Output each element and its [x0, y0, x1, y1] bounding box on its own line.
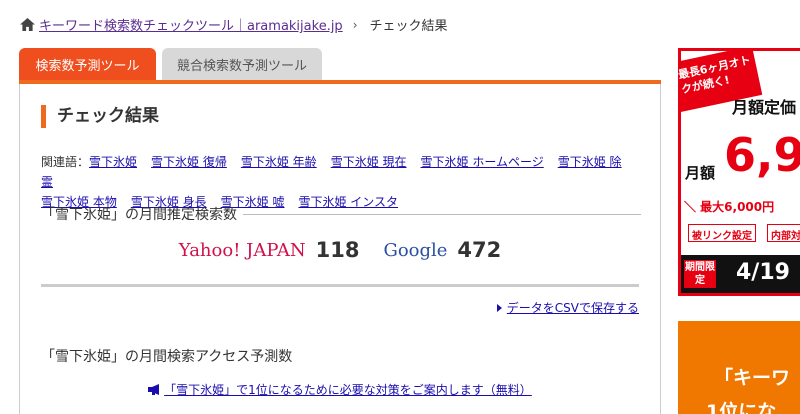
- ad-amount-prefix: 月額: [685, 164, 716, 182]
- ad-limited-badge: 期間限定: [684, 260, 716, 288]
- breadcrumb-current: チェック結果: [369, 19, 448, 34]
- megaphone-icon: [148, 384, 160, 395]
- related-link[interactable]: 雪下氷姫 ホームページ: [421, 155, 544, 169]
- breadcrumb-home-link[interactable]: キーワード検索数チェックツール｜aramakijake.jp: [39, 15, 343, 34]
- ad-date: 4/19: [736, 260, 790, 285]
- ad-tag: 被リンク設定: [688, 224, 756, 242]
- heading-rule: [243, 213, 641, 215]
- ad2-line1: 「キーワ: [714, 367, 791, 389]
- related-link[interactable]: 雪下氷姫 復帰: [151, 155, 227, 169]
- yahoo-label: Yahoo! JAPAN: [178, 239, 306, 261]
- section-divider: [41, 284, 639, 287]
- ad-banner-keyword[interactable]: 「キーワ 1位にな: [678, 321, 800, 414]
- ad-banner-price[interactable]: 最長6ヶ月オトクが続く! 月額定価 月額 6,9 ＼ 最大6,000円 被リンク…: [678, 48, 800, 296]
- monthly-search-title: 「雪下氷姫」の月間推定検索数: [41, 207, 237, 223]
- google-label: Google: [383, 239, 448, 261]
- home-icon: [20, 18, 35, 31]
- tab-competitor-search-tool[interactable]: 競合検索数予測ツール: [162, 48, 322, 81]
- tab-search-volume-tool[interactable]: 検索数予測ツール: [19, 48, 156, 81]
- page-title: チェック結果: [41, 105, 159, 128]
- related-label: 関連語：: [41, 155, 90, 169]
- breadcrumb: キーワード検索数チェックツール｜aramakijake.jp › チェック結果: [20, 15, 448, 34]
- ad-tag: 内部対: [767, 224, 800, 242]
- csv-download-link[interactable]: データをCSVで保存する: [507, 299, 639, 316]
- related-link[interactable]: 雪下氷姫 年齢: [241, 155, 317, 169]
- search-counts: Yahoo! JAPAN 118 Google 472: [20, 238, 660, 262]
- result-panel: チェック結果 関連語：雪下氷姫 雪下氷姫 復帰 雪下氷姫 年齢 雪下氷姫 現在 雪下氷姫…: [19, 84, 661, 414]
- related-link[interactable]: 雪下氷姫: [89, 155, 137, 169]
- ad2-line2: 1位にな: [706, 401, 777, 414]
- yahoo-count: 118: [315, 238, 360, 262]
- triangle-right-icon: [496, 303, 502, 312]
- access-forecast-title: 「雪下氷姫」の月間検索アクセス予測数: [41, 349, 293, 365]
- monthly-search-heading: 「雪下氷姫」の月間推定検索数: [41, 204, 641, 224]
- promo-banner[interactable]: 「雪下氷姫」で1位になるために必要な対策をご案内します（無料）: [20, 381, 660, 398]
- related-link[interactable]: 雪下氷姫 現在: [331, 155, 407, 169]
- promo-link[interactable]: 「雪下氷姫」で1位になるために必要な対策をご案内します（無料）: [164, 383, 532, 397]
- ad-discount: ＼ 最大6,000円: [684, 200, 775, 214]
- ad-headline: 月額定価: [732, 98, 797, 117]
- related-keywords: 関連語：雪下氷姫 雪下氷姫 復帰 雪下氷姫 年齢 雪下氷姫 現在 雪下氷姫 ホームページ…: [41, 152, 641, 212]
- ad-price: 6,9: [724, 128, 800, 182]
- breadcrumb-separator: ›: [352, 17, 358, 32]
- csv-download[interactable]: データをCSVで保存する: [496, 299, 639, 316]
- google-count: 472: [457, 238, 502, 262]
